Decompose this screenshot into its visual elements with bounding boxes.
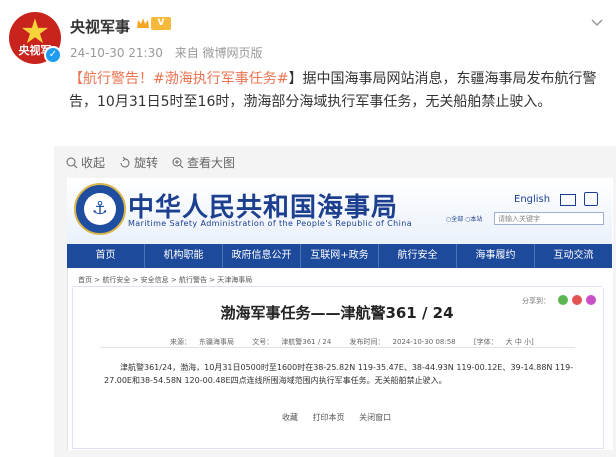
author-name[interactable]: 央视军事 <box>70 16 130 37</box>
favorite-button[interactable]: 收藏 <box>282 413 298 422</box>
weibo-share-icon[interactable] <box>572 295 582 305</box>
nav-internet-gov[interactable]: 互联网+政务 <box>301 244 379 268</box>
article-number: 津航警361 / 24 <box>281 338 332 346</box>
qzone-share-icon[interactable] <box>586 295 596 305</box>
divider <box>100 347 575 348</box>
post-time[interactable]: 24-10-30 21:30 <box>70 46 163 60</box>
article-source: 东疆海事局 <box>199 338 234 346</box>
rotate-icon <box>120 156 130 167</box>
vip-badge: V <box>151 17 171 30</box>
breadcrumb[interactable]: 首页 > 航行安全 > 安全信息 > 航行警告 > 天津海事局 <box>78 275 252 285</box>
post-text: 【航行警告！#渤海执行军事任务#】据中国海事局网站消息，东疆海事局发布航行警告，… <box>69 68 609 114</box>
source-label: 来源： <box>170 338 191 346</box>
site-nav: 首页 机构职能 政府信息公开 互联网+政务 航行安全 海事履约 互动交流 <box>67 244 612 268</box>
search-input[interactable]: 请输入关键字 <box>494 212 604 225</box>
print-button[interactable]: 打印本页 <box>313 413 345 422</box>
wechat-share-icon[interactable] <box>558 295 568 305</box>
number-label: 文号： <box>252 338 274 346</box>
rotate-label: 旋转 <box>134 156 159 170</box>
site-subtitle: Maritime Safety Administration of the Pe… <box>128 219 413 228</box>
post-meta: 24-10-30 21:30 来自 微博网页版 <box>70 44 271 61</box>
article-meta: 来源： 东疆海事局 文号： 津航警361 / 24 发布时间： 2024-10-30 … <box>170 337 550 347</box>
weibo-icon[interactable] <box>584 192 598 206</box>
view-large-label: 查看大图 <box>187 156 236 170</box>
nav-gov-info[interactable]: 政府信息公开 <box>223 244 301 268</box>
collect-button[interactable]: 收起 <box>66 154 105 171</box>
zoom-icon <box>172 157 184 168</box>
nav-interaction[interactable]: 互动交流 <box>535 244 612 268</box>
nav-home[interactable]: 首页 <box>67 244 145 268</box>
collapse-icon <box>66 157 78 168</box>
nav-compliance[interactable]: 海事履约 <box>457 244 535 268</box>
divider <box>72 286 602 287</box>
close-window-button[interactable]: 关闭窗口 <box>359 413 391 422</box>
english-link[interactable]: English <box>514 194 550 205</box>
view-large-button[interactable]: 查看大图 <box>172 154 235 171</box>
nav-functions[interactable]: 机构职能 <box>145 244 223 268</box>
share-label: 分享到： <box>522 297 550 305</box>
article-published: 2024-10-30 08:58 <box>392 338 456 346</box>
font-label: [字体： <box>473 338 498 346</box>
collect-label: 收起 <box>81 156 106 170</box>
hashtag-link[interactable]: #渤海执行军事任务# <box>153 71 288 87</box>
published-label: 发布时间： <box>349 338 385 346</box>
anchor-icon: ⚓ <box>84 193 116 225</box>
msa-emblem-icon: ⚓ <box>74 183 126 235</box>
search-scope[interactable]: ○全部 ○本站 <box>446 214 482 223</box>
verified-badge-icon: ✓ <box>44 46 62 64</box>
post-prefix: 【航行警告！ <box>69 71 153 87</box>
crown-icon <box>137 18 149 28</box>
article-body: 津航警361/24，渤海，10月31日0500时至1600时在38-25.82N… <box>104 363 574 385</box>
media-toolbar: 收起 旋转 查看大图 <box>66 154 235 171</box>
font-size-options[interactable]: 大 中 小] <box>506 338 534 346</box>
rotate-button[interactable]: 旋转 <box>119 154 158 171</box>
post-source: 来自 微博网页版 <box>174 46 263 60</box>
chevron-down-icon[interactable] <box>590 18 604 28</box>
mail-icon[interactable] <box>560 194 576 206</box>
nav-navigation-safety[interactable]: 航行安全 <box>379 244 457 268</box>
article-actions: 收藏 打印本页 关闭窗口 <box>282 412 403 423</box>
